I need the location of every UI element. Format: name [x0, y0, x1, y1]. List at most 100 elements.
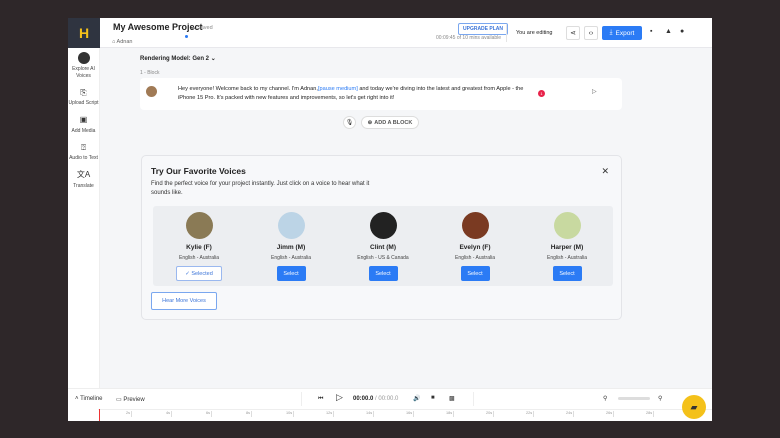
chevron-down-icon: ⌄ — [210, 56, 216, 62]
current-time: 00:00.0 — [353, 396, 374, 402]
status-dot — [185, 35, 188, 38]
app-window: H My Awesome Project ☁ Saved ⌂ Adnan UPG… — [68, 18, 712, 421]
editing-status: You are editing — [516, 30, 553, 36]
timeline-ruler[interactable]: 2s 4s 6s 8s 10s 12s 14s 16s 18s 20s 22s 24s 26s 28s — [98, 409, 712, 421]
saved-status: ☁ Saved — [190, 25, 213, 31]
voice-card[interactable]: Clint (M) English - US & Canada Select — [343, 212, 423, 286]
zoom-slider[interactable] — [618, 397, 650, 400]
selected-button[interactable]: ✓ Selected — [176, 266, 222, 281]
timeline-bar: ˄ Timeline ▭ Preview ⏮ ▷ 00:00.0 / 00:00… — [68, 388, 712, 421]
ruler-tick: 22s — [526, 411, 535, 417]
ruler-tick: 20s — [486, 411, 495, 417]
voice-language: English - US & Canada — [357, 255, 409, 261]
voice-avatar[interactable] — [553, 212, 581, 239]
sidebar-item-audio-to-text[interactable]: ⍰ Audio to Text — [68, 139, 99, 167]
saved-label: Saved — [197, 25, 213, 31]
model-label: Rendering Model: Gen 2 — [140, 56, 210, 62]
block-text[interactable]: Hey everyone! Welcome back to my channel… — [178, 85, 538, 103]
ruler-tick: 8s — [246, 411, 253, 417]
script-block[interactable]: Hey everyone! Welcome back to my channel… — [140, 78, 622, 110]
ruler-tick: 18s — [446, 411, 455, 417]
audio-text-icon: ⍰ — [81, 142, 86, 152]
ruler-tick: 12s — [326, 411, 335, 417]
voice-card[interactable]: Kylie (F) English - Australia ✓ Selected — [159, 212, 239, 286]
voice-language: English - Australia — [178, 255, 220, 261]
plus-circle-icon: ⊕ — [367, 119, 373, 126]
sidebar-item-translate[interactable]: 文A Translate — [68, 166, 99, 194]
share-button[interactable]: ⋖ — [566, 26, 580, 40]
hear-more-voices-button[interactable]: Hear More Voices — [151, 292, 217, 310]
select-button[interactable]: Select — [460, 266, 490, 281]
embed-button[interactable]: ‹› — [584, 26, 598, 40]
button-label: Select — [559, 270, 575, 277]
voice-language: English - Australia — [270, 255, 312, 261]
pause-tag[interactable]: [pause medium] — [318, 86, 358, 92]
comments-icon[interactable]: ▪ — [650, 28, 652, 35]
bell-icon[interactable]: ▲ — [665, 28, 672, 35]
select-button[interactable]: Select — [368, 266, 398, 281]
sidebar-label: Add Media — [71, 127, 96, 134]
sidebar-item-explore-voices[interactable]: Explore AI Voices — [68, 48, 99, 84]
close-icon[interactable]: ✕ — [601, 166, 609, 177]
media-icon: ▣ — [79, 115, 88, 125]
voice-avatar[interactable] — [146, 86, 157, 97]
add-block-label: ADD A BLOCK — [374, 119, 413, 126]
sidebar-label: Audio to Text — [69, 155, 98, 162]
voice-name: Jimm (M) — [276, 244, 306, 251]
voice-name: Harper (M) — [550, 244, 584, 251]
share-icon: ⋖ — [570, 30, 576, 37]
skip-back-icon[interactable]: ⏮ — [318, 396, 323, 403]
voice-avatar[interactable] — [277, 212, 305, 239]
translate-icon: 文A — [76, 170, 91, 180]
voice-avatar[interactable] — [369, 212, 397, 239]
chat-support-button[interactable]: ▰ — [682, 395, 706, 419]
subtitles-icon[interactable]: ▩ — [449, 395, 455, 402]
rendering-model-dropdown[interactable]: Rendering Model: Gen 2 ⌄ — [140, 55, 216, 62]
divider — [301, 392, 302, 406]
voice-card[interactable]: Jimm (M) English - Australia Select — [251, 212, 331, 286]
clapper-icon[interactable]: ■ — [431, 395, 435, 401]
voice-name: Clint (M) — [370, 244, 396, 251]
minutes-available: 00:09:45 of 10 mins available — [436, 35, 502, 41]
zoom-in-icon[interactable]: ⚲ — [658, 395, 662, 402]
timeline-toggle[interactable]: ˄ Timeline — [75, 396, 103, 402]
voice-language: English - Australia — [454, 255, 496, 261]
add-block-button[interactable]: ⊕ ADD A BLOCK — [361, 116, 419, 129]
sidebar-item-upload-script[interactable]: ⎘ Upload Script — [68, 84, 99, 112]
zoom-out-icon[interactable]: ⚲ — [603, 395, 607, 402]
divider — [473, 392, 474, 406]
voice-language: English - Australia — [546, 255, 588, 261]
play-icon[interactable]: ▷ — [336, 392, 343, 403]
time-display: 00:00.0 / 00:00.0 — [353, 396, 398, 402]
help-icon[interactable]: ● — [680, 28, 684, 35]
play-block-icon[interactable]: ▷ — [592, 88, 597, 95]
select-button[interactable]: Select — [552, 266, 582, 281]
favorite-voices-card: Try Our Favorite Voices Find the perfect… — [141, 155, 622, 320]
breadcrumb-label: Adnan — [116, 39, 133, 45]
code-icon: ‹› — [588, 29, 594, 37]
ruler-tick: 28s — [646, 411, 655, 417]
sidebar-item-add-media[interactable]: ▣ Add Media — [68, 111, 99, 139]
export-button[interactable]: ⤓ Export — [602, 26, 642, 40]
total-time: / 00:00.0 — [373, 396, 399, 402]
voice-list: Kylie (F) English - Australia ✓ Selected… — [153, 206, 613, 286]
voice-avatar[interactable] — [461, 212, 489, 239]
microphone-icon: 🎙 — [345, 120, 354, 126]
preview-button[interactable]: ▭ Preview — [116, 396, 145, 403]
ruler-tick: 10s — [286, 411, 295, 417]
error-badge[interactable]: 1 — [538, 90, 545, 97]
card-title: Try Our Favorite Voices — [151, 166, 246, 176]
sidebar: Explore AI Voices ⎘ Upload Script ▣ Add Me… — [68, 48, 100, 388]
voice-card[interactable]: Evelyn (F) English - Australia Select — [435, 212, 515, 286]
playhead[interactable] — [99, 409, 100, 421]
microphone-button[interactable]: 🎙 — [343, 116, 356, 129]
ruler-tick: 14s — [366, 411, 375, 417]
upgrade-plan-button[interactable]: UPGRADE PLAN — [458, 23, 509, 35]
voice-avatar[interactable] — [185, 212, 213, 239]
select-button[interactable]: Select — [276, 266, 306, 281]
app-logo[interactable]: H — [68, 18, 100, 48]
volume-icon[interactable]: 🔊 — [413, 395, 420, 402]
breadcrumb[interactable]: ⌂ Adnan — [112, 39, 132, 45]
divider — [506, 24, 507, 42]
voice-card[interactable]: Harper (M) English - Australia Select — [527, 212, 607, 286]
